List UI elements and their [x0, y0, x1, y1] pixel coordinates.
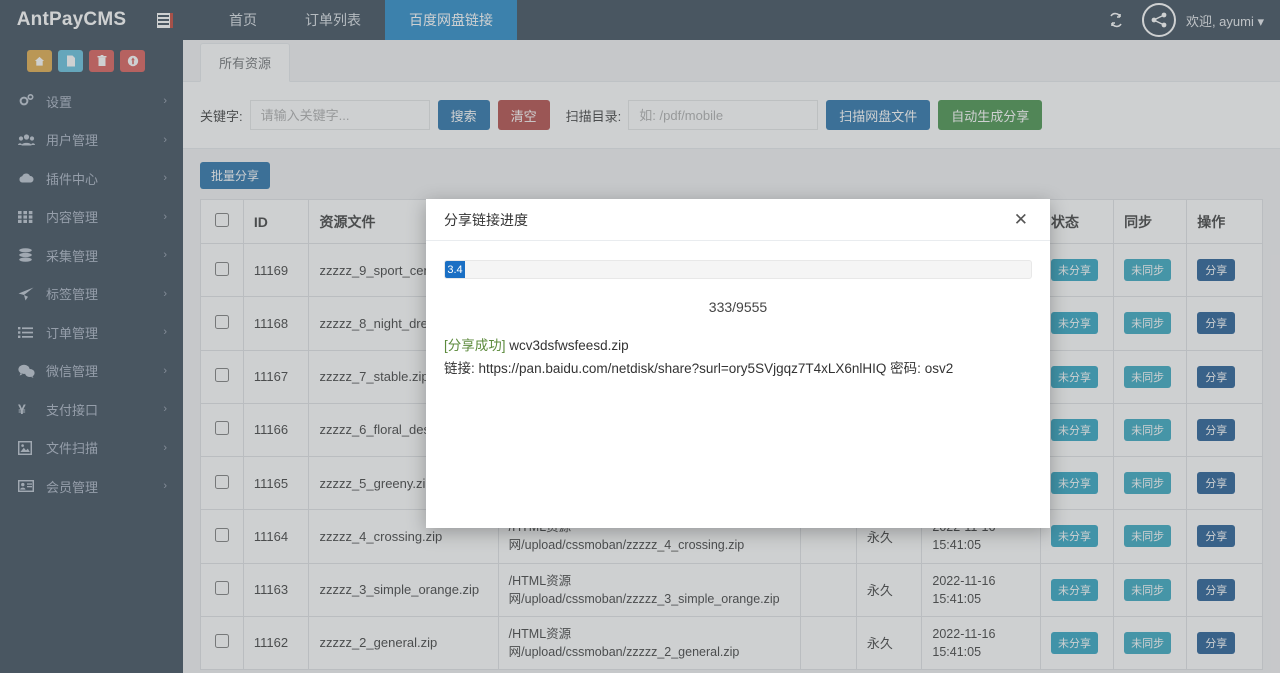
log-status: [分享成功] — [444, 338, 506, 353]
app-root: AntPayCMS 首页 订单列表 百度网盘链接 — [0, 0, 1280, 673]
log-pwd-label: 密码: — [890, 361, 921, 376]
log-pwd: osv2 — [925, 361, 954, 376]
close-icon[interactable]: ✕ — [1010, 209, 1032, 230]
progress-bar-fill: 3.4 — [445, 261, 465, 278]
share-log: [分享成功] wcv3dsfwsfeesd.zip 链接: https://pa… — [444, 334, 1032, 380]
modal-title: 分享链接进度 — [444, 210, 528, 230]
log-file: wcv3dsfwsfeesd.zip — [509, 338, 628, 353]
progress-count: 333/9555 — [444, 299, 1032, 315]
log-link[interactable]: https://pan.baidu.com/netdisk/share?surl… — [479, 361, 887, 376]
modal-body: 3.4 333/9555 [分享成功] wcv3dsfwsfeesd.zip 链… — [426, 241, 1050, 528]
modal-header: 分享链接进度 ✕ — [426, 199, 1050, 241]
log-line-status: [分享成功] wcv3dsfwsfeesd.zip — [444, 334, 1032, 357]
log-link-label: 链接: — [444, 361, 475, 376]
share-progress-modal: 分享链接进度 ✕ 3.4 333/9555 [分享成功] wcv3dsfwsfe… — [426, 199, 1050, 528]
log-line-link: 链接: https://pan.baidu.com/netdisk/share?… — [444, 357, 1032, 380]
progress-bar-track: 3.4 — [444, 260, 1032, 279]
